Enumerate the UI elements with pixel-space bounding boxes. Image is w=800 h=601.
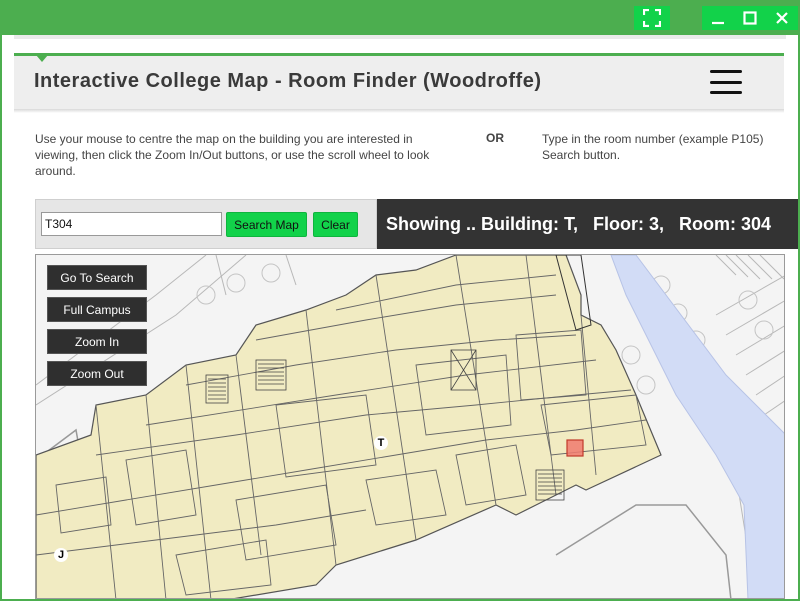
minimize-icon xyxy=(712,21,724,25)
highlighted-room xyxy=(566,439,584,457)
search-instructions-line2: Search button. xyxy=(542,148,621,162)
partially-visible-tabs xyxy=(14,35,786,39)
clear-button[interactable]: Clear xyxy=(313,212,358,237)
zoom-in-button[interactable]: Zoom In xyxy=(47,329,147,354)
search-map-button[interactable]: Search Map xyxy=(226,212,307,237)
search-instructions-line1: Type in the room number (example P105) xyxy=(542,132,764,146)
maximize-button[interactable] xyxy=(734,6,766,30)
full-campus-button[interactable]: Full Campus xyxy=(47,297,147,322)
campus-map-drawing xyxy=(36,255,784,598)
room-status-banner: Showing .. Building: T, Floor: 3, Room: … xyxy=(377,199,798,249)
header-shadow xyxy=(14,109,784,113)
zoom-out-button[interactable]: Zoom Out xyxy=(47,361,147,386)
search-instructions: Type in the room number (example P105) S… xyxy=(542,131,798,163)
minimize-button[interactable] xyxy=(702,6,734,30)
fullscreen-button[interactable] xyxy=(634,6,670,30)
page-header: Interactive College Map - Room Finder (W… xyxy=(14,53,784,109)
hamburger-menu-icon[interactable] xyxy=(710,70,742,94)
page-title: Interactive College Map - Room Finder (W… xyxy=(34,70,542,92)
or-label: OR xyxy=(486,131,504,145)
fullscreen-icon xyxy=(643,9,661,27)
search-bar: Search Map Clear xyxy=(35,199,377,249)
header-notch xyxy=(36,55,48,62)
page-content: Interactive College Map - Room Finder (W… xyxy=(2,35,798,599)
campus-map[interactable]: Go To Search Full Campus Zoom In Zoom Ou… xyxy=(35,254,785,599)
window-controls xyxy=(702,6,798,30)
window-titlebar xyxy=(0,0,800,35)
map-instructions: Use your mouse to centre the map on the … xyxy=(35,132,430,178)
building-label-t: T xyxy=(374,436,388,450)
room-search-input[interactable] xyxy=(41,212,222,236)
go-to-search-button[interactable]: Go To Search xyxy=(47,265,147,290)
building-label-j: J xyxy=(54,548,68,562)
close-button[interactable] xyxy=(766,6,798,30)
maximize-icon xyxy=(743,11,757,25)
close-icon xyxy=(776,12,788,24)
